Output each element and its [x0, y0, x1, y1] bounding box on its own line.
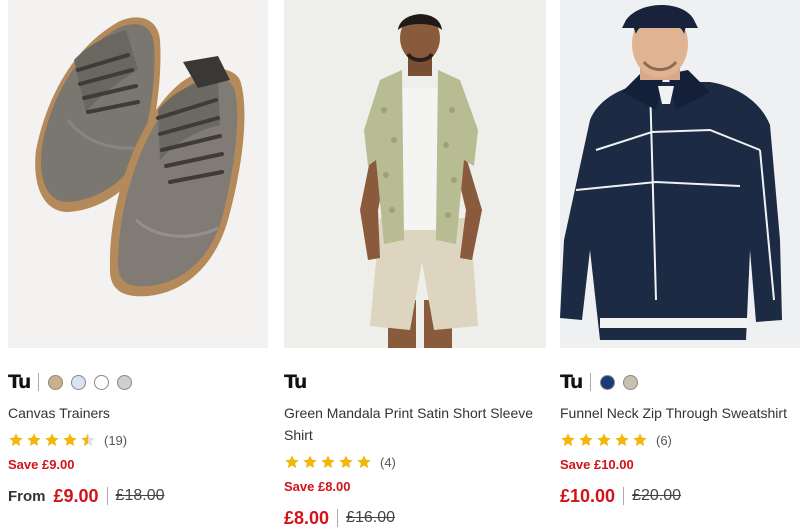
current-price: £8.00 [284, 507, 330, 528]
star-icon [321, 455, 335, 468]
divider [590, 373, 592, 391]
current-price: £9.00 [53, 485, 99, 506]
model-shirt-illustration [360, 14, 482, 348]
star-rating [284, 454, 372, 470]
brand-swatch-row: Tu [560, 371, 800, 393]
from-label: From [8, 487, 46, 505]
rating: (19) [0, 431, 268, 449]
product-title[interactable]: Funnel Neck Zip Through Sweatshirt [560, 402, 800, 424]
was-price: £16.00 [346, 509, 395, 526]
star-icon [285, 455, 299, 468]
product-image[interactable] [560, 0, 800, 348]
current-price: £10.00 [560, 485, 616, 506]
star-icon [63, 433, 77, 446]
product-card[interactable]: Tu Funnel Neck Zip Through Sweatshirt (6… [560, 0, 800, 507]
product-card[interactable]: Tu Canvas Trainers (19) Save £9.00 From … [0, 0, 268, 507]
divider [623, 487, 625, 505]
colour-swatch[interactable] [48, 374, 64, 390]
was-price: £18.00 [115, 487, 165, 504]
star-icon [81, 433, 95, 446]
review-count: (19) [104, 432, 128, 448]
product-title[interactable]: Green Mandala Print Satin Short Sleeve S… [284, 402, 546, 446]
brand-swatch-row: Tu [0, 371, 268, 393]
divider [106, 487, 108, 505]
brand-logo: Tu [560, 371, 583, 393]
star-icon [597, 433, 611, 446]
star-icon [303, 455, 317, 468]
rating: (4) [284, 453, 546, 471]
product-title[interactable]: Canvas Trainers [0, 402, 268, 424]
brand-logo: Tu [8, 371, 31, 393]
star-rating [560, 432, 648, 448]
star-icon [615, 433, 629, 446]
star-rating [8, 432, 96, 448]
model-sweatshirt-illustration [560, 5, 782, 340]
colour-swatch[interactable] [600, 374, 616, 390]
divider [337, 509, 339, 527]
brand-logo: Tu [284, 371, 307, 393]
colour-swatch[interactable] [71, 374, 87, 390]
save-label: Save £10.00 [560, 457, 634, 472]
colour-swatch[interactable] [117, 374, 133, 390]
product-image[interactable] [8, 0, 268, 348]
product-image[interactable] [284, 0, 546, 348]
star-icon [357, 455, 371, 468]
colour-swatch[interactable] [623, 374, 639, 390]
price-row: £10.00 £20.00 [560, 485, 800, 507]
colour-swatch[interactable] [94, 374, 110, 390]
save-label: Save £9.00 [8, 457, 75, 472]
star-icon [561, 433, 575, 446]
star-icon [27, 433, 41, 446]
rating: (6) [560, 431, 800, 449]
save-label: Save £8.00 [284, 479, 351, 494]
product-card[interactable]: Tu Green Mandala Print Satin Short Sleev… [284, 0, 546, 529]
price-row: £8.00 £16.00 [284, 507, 546, 529]
was-price: £20.00 [632, 487, 681, 504]
brand-swatch-row: Tu [284, 371, 546, 393]
trainers-illustration [35, 17, 245, 297]
star-icon [339, 455, 353, 468]
star-icon [633, 433, 647, 446]
review-count: (6) [656, 432, 672, 448]
price-row: From £9.00 £18.00 [0, 485, 268, 507]
review-count: (4) [380, 454, 396, 470]
star-icon [45, 433, 59, 446]
star-icon [579, 433, 593, 446]
divider [38, 373, 40, 391]
star-icon [9, 433, 23, 446]
